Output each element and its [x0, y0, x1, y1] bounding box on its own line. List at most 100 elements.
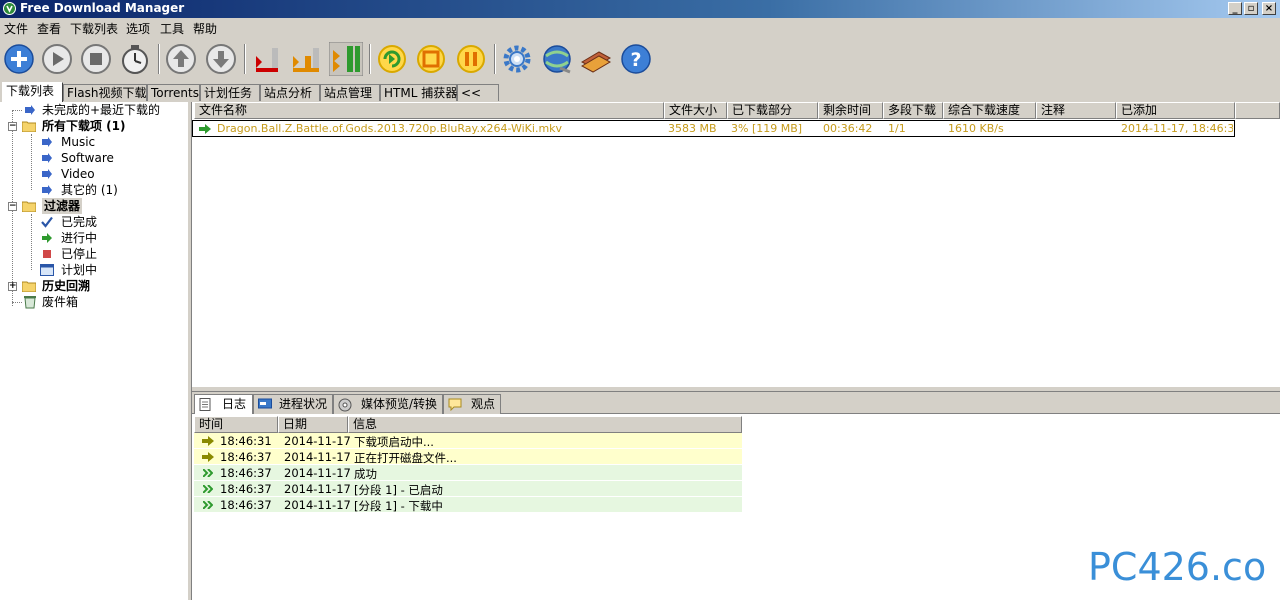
menu-download-list[interactable]: 下载列表 — [70, 20, 118, 37]
tab-flash-video[interactable]: Flash视频下载 — [63, 84, 147, 101]
menu-tools[interactable]: 工具 — [160, 20, 184, 37]
column-header-comment[interactable]: 注释 — [1036, 102, 1116, 119]
pause-all-icon[interactable] — [454, 42, 488, 76]
start-icon[interactable] — [40, 42, 74, 76]
download-progress: 3% [119 MB] — [731, 122, 803, 135]
log-column-message[interactable]: 信息 — [348, 416, 742, 433]
expand-toggle[interactable]: + — [8, 282, 17, 291]
calendar-icon — [40, 264, 54, 276]
menu-view[interactable]: 查看 — [37, 20, 61, 37]
success-chevrons-icon — [203, 501, 213, 509]
svg-text:?: ? — [630, 49, 641, 71]
download-arrow-icon — [42, 185, 52, 195]
column-header-speed[interactable]: 综合下载速度 — [943, 102, 1036, 119]
speed-high-icon[interactable] — [329, 42, 363, 76]
stop-icon[interactable] — [79, 42, 113, 76]
log-column-date[interactable]: 日期 — [278, 416, 348, 433]
tree-item-stopped[interactable]: 已停止 — [31, 246, 187, 262]
toolbar-separator — [494, 44, 496, 74]
books-icon[interactable] — [579, 42, 613, 76]
tree-label: 已完成 — [61, 215, 98, 229]
tree-item-all-downloads[interactable]: − 所有下载项 (1) — [0, 118, 187, 134]
minimize-button[interactable]: _ — [1228, 2, 1242, 15]
log-row[interactable]: 18:46:31 2014-11-17 下载项启动中... — [194, 433, 742, 449]
menu-file[interactable]: 文件 — [4, 20, 28, 37]
menu-options[interactable]: 选项 — [126, 20, 150, 37]
add-download-icon[interactable] — [2, 42, 36, 76]
success-chevrons-icon — [203, 485, 213, 493]
log-message: [分段 1] - 已启动 — [354, 483, 443, 497]
menu-help[interactable]: 帮助 — [193, 20, 217, 37]
log-time: 18:46:37 — [220, 498, 272, 512]
tree-item-scheduled[interactable]: 计划中 — [31, 262, 187, 278]
download-added: 2014-11-17, 18:46:30 — [1121, 122, 1233, 135]
download-arrow-icon — [42, 153, 52, 163]
tree-label: Music — [61, 135, 96, 149]
speed-medium-icon[interactable] — [289, 42, 323, 76]
refresh-orange-icon[interactable] — [414, 42, 448, 76]
log-date: 2014-11-17 — [284, 498, 351, 512]
download-remaining: 00:36:42 — [823, 122, 873, 135]
log-time: 18:46:37 — [220, 450, 272, 464]
tab-label: 日志 — [222, 397, 247, 411]
move-down-icon[interactable] — [204, 42, 238, 76]
tree-guide — [12, 302, 22, 303]
tab-scheduler[interactable]: 计划任务 — [200, 84, 260, 101]
log-date: 2014-11-17 — [284, 482, 351, 496]
log-row[interactable]: 18:46:37 2014-11-17 成功 — [194, 465, 742, 481]
tree-item-recent[interactable]: 未完成的+最近下载的 — [12, 102, 187, 118]
column-header-size[interactable]: 文件大小 — [664, 102, 727, 119]
tree-item-other[interactable]: 其它的 (1) — [31, 182, 187, 198]
log-row[interactable]: 18:46:37 2014-11-17 正在打开磁盘文件... — [194, 449, 742, 465]
tab-site-explorer[interactable]: 站点分析 — [260, 84, 320, 101]
stop-square-icon — [43, 250, 51, 258]
column-header-added[interactable]: 已添加 — [1116, 102, 1235, 119]
tab-download-list[interactable]: 下载列表 — [2, 82, 63, 102]
tree-item-trash[interactable]: 废件箱 — [12, 294, 187, 310]
download-arrow-icon — [25, 105, 35, 115]
tree-item-history[interactable]: + 历史回溯 — [0, 278, 187, 294]
log-message: 下载项启动中... — [354, 435, 434, 449]
close-button[interactable]: × — [1262, 2, 1276, 15]
tree-item-software[interactable]: Software — [31, 150, 187, 166]
tree-item-in-progress[interactable]: 进行中 — [31, 230, 187, 246]
speed-low-icon[interactable] — [250, 42, 284, 76]
collapse-toggle[interactable]: − — [8, 202, 17, 211]
checkmark-icon — [41, 216, 53, 228]
help-icon[interactable]: ? — [619, 42, 653, 76]
download-arrow-icon — [42, 137, 52, 147]
restore-button[interactable]: ▫ — [1244, 2, 1258, 15]
tab-html-spider[interactable]: HTML 捕获器 — [380, 84, 457, 101]
tab-collapse[interactable]: << — [457, 84, 499, 101]
green-arrow-icon — [42, 233, 52, 243]
column-header-downloaded[interactable]: 已下载部分 — [727, 102, 818, 119]
column-header-filename[interactable]: 文件名称 — [194, 102, 664, 119]
column-header-remaining[interactable]: 剩余时间 — [818, 102, 883, 119]
tab-site-manager[interactable]: 站点管理 — [320, 84, 380, 101]
download-row[interactable]: Dragon.Ball.Z.Battle.of.Gods.2013.720p.B… — [192, 120, 1235, 137]
settings-gear-icon[interactable] — [500, 42, 534, 76]
scheduler-clock-icon[interactable] — [118, 42, 152, 76]
log-time: 18:46:37 — [220, 482, 272, 496]
site-explorer-globe-icon[interactable] — [540, 42, 574, 76]
tab-opinions[interactable]: 观点 — [443, 394, 501, 414]
tree-item-music[interactable]: Music — [31, 134, 187, 150]
column-header-sections[interactable]: 多段下载 — [883, 102, 943, 119]
downloading-arrow-icon — [199, 124, 211, 134]
window-title: Free Download Manager — [20, 1, 185, 15]
app-logo-icon — [3, 2, 16, 15]
refresh-green-icon[interactable] — [375, 42, 409, 76]
collapse-toggle[interactable]: − — [8, 122, 17, 131]
tab-progress[interactable]: 进程状况 — [253, 394, 333, 414]
tab-media-preview[interactable]: 媒体预览/转换 — [333, 394, 443, 414]
log-row[interactable]: 18:46:37 2014-11-17 [分段 1] - 已启动 — [194, 481, 742, 497]
log-column-time[interactable]: 时间 — [194, 416, 278, 433]
log-row[interactable]: 18:46:37 2014-11-17 [分段 1] - 下载中 — [194, 497, 742, 513]
tree-item-filters[interactable]: − 过滤器 — [0, 198, 187, 214]
tree-item-completed[interactable]: 已完成 — [31, 214, 187, 230]
log-date: 2014-11-17 — [284, 466, 351, 480]
tree-item-video[interactable]: Video — [31, 166, 187, 182]
tab-log[interactable]: 日志 — [194, 394, 253, 414]
tab-torrents[interactable]: Torrents — [147, 84, 200, 101]
move-up-icon[interactable] — [164, 42, 198, 76]
